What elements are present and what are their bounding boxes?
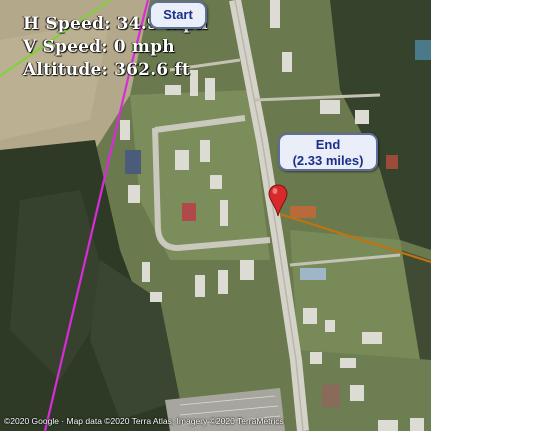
vertical-speed-readout: V Speed: 0 mph <box>23 37 175 57</box>
map-attribution: ©2020 Google · Map data ©2020 Terra Atla… <box>4 416 284 426</box>
end-distance-text: (2.33 miles) <box>292 153 364 168</box>
map-pin-icon[interactable] <box>268 184 288 218</box>
altitude-readout: Altitude: 362.6 ft <box>23 60 190 80</box>
start-label-text: Start <box>163 7 193 22</box>
end-marker-label[interactable]: End (2.33 miles) <box>278 133 378 171</box>
start-marker-label[interactable]: Start <box>149 1 207 29</box>
end-label-text: End <box>315 137 341 152</box>
